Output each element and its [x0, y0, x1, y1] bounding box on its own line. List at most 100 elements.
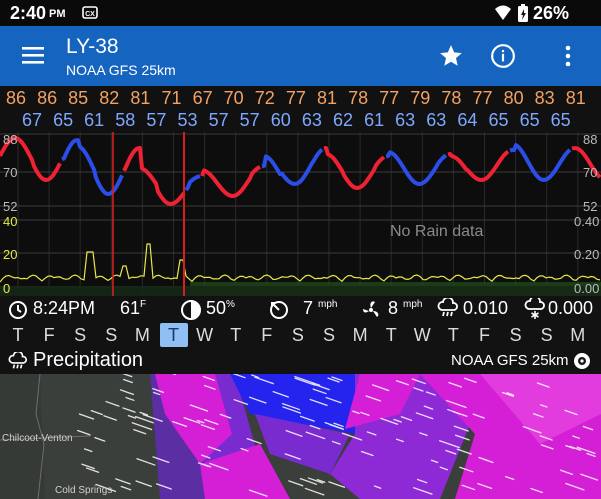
- star-icon[interactable]: [438, 43, 464, 74]
- day-tab[interactable]: S: [66, 325, 94, 346]
- high-temp-label: 85: [68, 88, 89, 108]
- svg-text:CX: CX: [85, 11, 95, 18]
- snow-icon: [524, 295, 546, 325]
- low-temp-label: 57: [146, 110, 167, 130]
- low-temp-label: 64: [457, 110, 478, 130]
- day-tab[interactable]: W: [191, 325, 219, 346]
- low-temp-label: 57: [208, 110, 229, 130]
- day-tab[interactable]: M: [346, 325, 374, 346]
- high-temp-label: 80: [503, 88, 524, 108]
- temp-axis-left-mid: 70: [3, 165, 17, 180]
- layer-model[interactable]: NOAA GFS 25km: [451, 352, 569, 369]
- high-temps-row: 86 86 85 82 81 71 67 70 72 77 81 78 77 79 78 77 80 83 81: [0, 88, 601, 110]
- day-selector: TFSSMTWTFSSMTWTFSSM: [0, 322, 601, 348]
- high-temp-label: 77: [285, 88, 306, 108]
- precipitation-map[interactable]: Chilcoot-Venton Cold Springs: [0, 374, 601, 499]
- high-temp-label: 86: [37, 88, 58, 108]
- high-temp-label: 81: [565, 88, 586, 108]
- station-title: LY-38: [66, 35, 119, 58]
- model-settings-icon[interactable]: [573, 352, 591, 375]
- place-label: Cold Springs: [55, 485, 112, 496]
- day-tab[interactable]: T: [4, 325, 32, 346]
- temp-axis-left-bottom: 52: [3, 199, 17, 214]
- status-time: 2:40: [10, 3, 47, 23]
- low-temp-label: 61: [84, 110, 105, 130]
- status-bar: 2:40 PM CX 26%: [0, 0, 601, 26]
- day-tab[interactable]: S: [315, 325, 343, 346]
- day-tab[interactable]: T: [377, 325, 405, 346]
- rain-axis-right-bottom: 0.00: [574, 281, 599, 296]
- high-temp-label: 79: [410, 88, 431, 108]
- day-tab[interactable]: F: [253, 325, 281, 346]
- forecast-time: 8:24PM: [33, 298, 96, 318]
- high-temp-label: 77: [379, 88, 400, 108]
- day-tab[interactable]: S: [502, 325, 530, 346]
- layer-bar[interactable]: Precipitation NOAA GFS 25km: [0, 348, 601, 374]
- high-temp-label: 67: [192, 88, 213, 108]
- rain-axis-left-bottom: 0: [3, 281, 10, 296]
- high-temp-label: 82: [99, 88, 120, 108]
- day-tab[interactable]: T: [439, 325, 467, 346]
- high-temp-label: 78: [348, 88, 369, 108]
- day-tab[interactable]: M: [128, 325, 156, 346]
- temperature-value: 61F: [120, 298, 147, 318]
- low-temp-label: 65: [53, 110, 74, 130]
- temp-axis-left-top: 88: [3, 132, 17, 147]
- high-temp-label: 71: [161, 88, 182, 108]
- day-tab[interactable]: T: [222, 325, 250, 346]
- day-tab[interactable]: S: [533, 325, 561, 346]
- wind-value: 7 mph: [303, 298, 338, 318]
- low-temp-label: 62: [332, 110, 354, 130]
- low-temp-label: 63: [395, 110, 416, 130]
- low-temp-label: 63: [301, 110, 322, 130]
- low-temp-label: 53: [177, 110, 198, 130]
- high-temp-label: 81: [130, 88, 151, 108]
- low-temp-label: 60: [270, 110, 291, 130]
- day-tab[interactable]: F: [35, 325, 63, 346]
- low-temp-label: 65: [550, 110, 571, 130]
- high-temp-label: 83: [534, 88, 555, 108]
- rain-axis-right-mid: 0.20: [574, 247, 599, 262]
- wifi-icon: [494, 5, 512, 26]
- day-tab[interactable]: T: [159, 323, 188, 347]
- rain-axis-right-top: 0.40: [574, 214, 599, 229]
- rain-amount: 0.010: [463, 298, 509, 318]
- day-tab[interactable]: M: [564, 325, 592, 346]
- battery-percent: 26%: [533, 3, 570, 23]
- snow-amount: 0.000: [548, 298, 594, 318]
- rain-axis-left-top: 40: [3, 214, 17, 229]
- conditions-row: 8:24PM 61F 50% 7 mph 8 mph 0.010 0.000: [0, 295, 601, 325]
- forecast-chart[interactable]: No Rain data 88 70 52 88 70 52 40 20 0 0…: [0, 132, 601, 297]
- status-ampm: PM: [49, 8, 66, 20]
- rain-axis-left-mid: 20: [3, 247, 17, 262]
- layer-name[interactable]: Precipitation: [33, 349, 143, 372]
- low-temp-label: 57: [239, 110, 260, 130]
- temp-line-warm: [0, 136, 601, 206]
- low-temps-row: 67 65 61 58 57 53 57 57 60 63 62 61 63 63 64 65 65 65: [0, 110, 601, 132]
- high-temp-label: 78: [441, 88, 462, 108]
- low-temp-label: 65: [519, 110, 540, 130]
- info-icon[interactable]: [490, 43, 516, 74]
- more-vert-icon[interactable]: [563, 44, 573, 73]
- menu-icon[interactable]: [22, 46, 44, 69]
- high-temp-label: 81: [316, 88, 338, 108]
- low-temp-label: 67: [21, 110, 43, 130]
- cast-icon: CX: [82, 5, 98, 26]
- model-subtitle: NOAA GFS 25km: [66, 62, 176, 78]
- low-temp-label: 63: [426, 110, 447, 130]
- no-rain-label: No Rain data: [390, 223, 483, 240]
- day-tab[interactable]: S: [97, 325, 125, 346]
- temp-axis-right-bottom: 52: [583, 199, 597, 214]
- high-temp-label: 86: [5, 88, 27, 108]
- high-temp-label: 72: [254, 88, 275, 108]
- humidity-value: 50%: [206, 298, 235, 318]
- gust-value: 8 mph: [388, 298, 423, 318]
- app-bar: LY-38 NOAA GFS 25km: [0, 26, 601, 86]
- day-tab[interactable]: F: [471, 325, 499, 346]
- day-tab[interactable]: W: [408, 325, 436, 346]
- place-label: Chilcoot-Venton: [2, 433, 73, 444]
- rain-line: [0, 243, 601, 283]
- day-tab[interactable]: S: [284, 325, 312, 346]
- low-temp-label: 65: [488, 110, 509, 130]
- low-temp-label: 58: [115, 110, 136, 130]
